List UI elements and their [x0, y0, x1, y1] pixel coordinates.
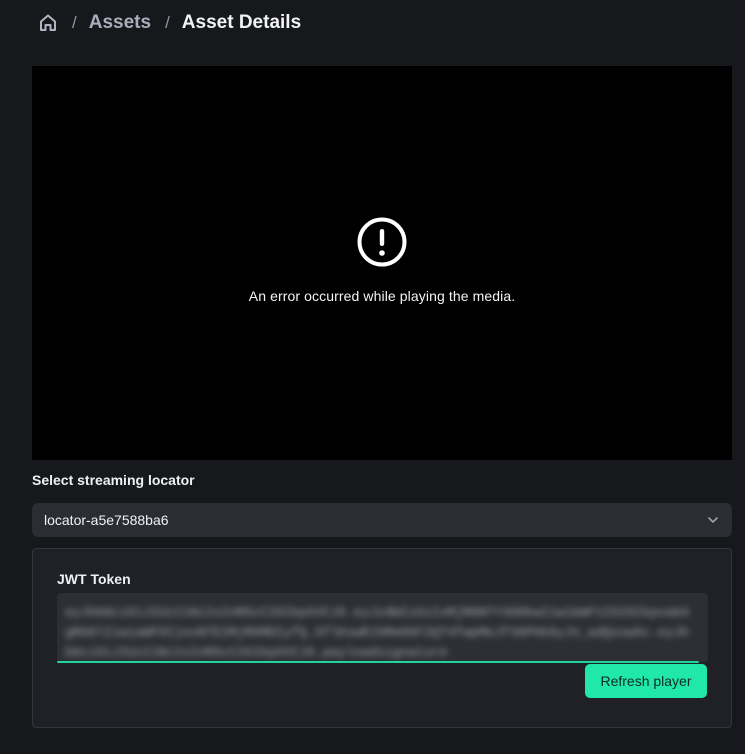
- media-player[interactable]: An error occurred while playing the medi…: [32, 66, 732, 460]
- breadcrumb: / Assets / Asset Details: [38, 9, 301, 37]
- player-error-message: An error occurred while playing the medi…: [248, 288, 516, 304]
- jwt-token-field[interactable]: eyJhbGciOiJIUzI1NiIsInR5cCI6IkpXVCJ9.eyJ…: [57, 593, 708, 662]
- jwt-token-value: eyJhbGciOiJIUzI1NiIsInR5cCI6IkpXVCJ9.eyJ…: [65, 605, 690, 660]
- breadcrumb-separator: /: [72, 13, 77, 32]
- locator-label: Select streaming locator: [32, 472, 195, 488]
- jwt-field-focus-underline: [57, 661, 699, 663]
- player-error-overlay: An error occurred while playing the medi…: [32, 216, 732, 304]
- home-icon[interactable]: [38, 13, 58, 33]
- breadcrumb-current-page: Asset Details: [181, 12, 302, 33]
- jwt-token-panel: JWT Token eyJhbGciOiJIUzI1NiIsInR5cCI6Ik…: [32, 548, 732, 728]
- breadcrumb-separator: /: [165, 13, 170, 32]
- breadcrumb-assets-link[interactable]: Assets: [89, 12, 151, 34]
- chevron-down-icon: [708, 517, 718, 523]
- jwt-token-label: JWT Token: [57, 571, 131, 587]
- refresh-player-button[interactable]: Refresh player: [585, 664, 707, 698]
- alert-circle-icon: [357, 217, 407, 267]
- streaming-locator-select[interactable]: locator-a5e7588ba6: [32, 503, 732, 537]
- locator-selected-value: locator-a5e7588ba6: [44, 512, 169, 528]
